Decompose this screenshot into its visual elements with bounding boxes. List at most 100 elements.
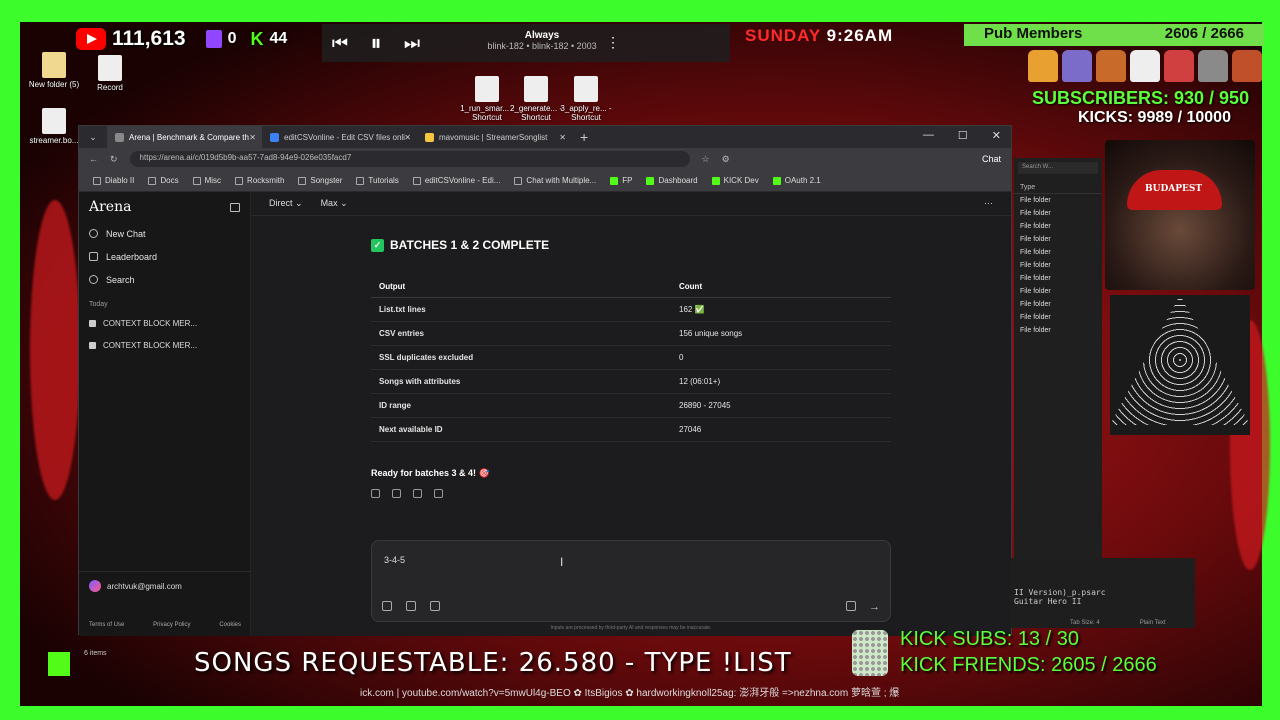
table-row: CSV entries 156 unique songs	[371, 321, 891, 346]
mode-selector[interactable]: Direct ⌄	[269, 198, 303, 209]
back-icon[interactable]: ←	[89, 154, 98, 164]
tab-editcsv[interactable]: editCSVonline - Edit CSV files onli ✕	[262, 126, 417, 148]
list-item[interactable]: File folder	[1014, 194, 1102, 207]
song-title: Always	[524, 30, 560, 41]
message-heading: ✓ BATCHES 1 & 2 COMPLETE	[371, 238, 891, 252]
close-tab-icon[interactable]: ✕	[404, 133, 411, 142]
heading-text: BATCHES 1 & 2 COMPLETE	[390, 238, 550, 252]
attach-icon[interactable]	[846, 601, 856, 611]
bookmark-tutorials[interactable]: Tutorials	[356, 176, 399, 185]
items-count: 6 items	[84, 650, 107, 657]
bookmark-kick-dev[interactable]: KICK Dev	[711, 176, 759, 185]
tab-streamersonglist[interactable]: mavomusic | StreamerSonglist ✕	[417, 126, 572, 148]
bookmark-fp[interactable]: FP	[610, 176, 632, 185]
arena-logo[interactable]: Arena	[89, 199, 131, 215]
cap-text: BUDAPEST	[1145, 184, 1203, 194]
list-item[interactable]: File folder	[1014, 220, 1102, 233]
list-item[interactable]: File folder	[1014, 233, 1102, 246]
web-search-icon[interactable]	[382, 601, 392, 611]
chat-button[interactable]: Chat	[982, 154, 1001, 164]
more-options-icon[interactable]: ⋯	[984, 198, 993, 209]
bookmark-dashboard[interactable]: Dashboard	[646, 176, 698, 185]
text-editor[interactable]: II Version)_p.psarc Guitar Hero II Tab S…	[1010, 558, 1195, 628]
send-icon[interactable]: →	[869, 601, 880, 613]
reload-icon[interactable]: ↻	[110, 154, 118, 165]
sidebar-item-new-chat[interactable]: New Chat	[79, 222, 250, 245]
bookmark-oauth[interactable]: OAuth 2.1	[772, 176, 821, 185]
close-tab-icon[interactable]: ✕	[249, 133, 256, 142]
bookmark-songster[interactable]: Songster	[298, 176, 342, 185]
bookmark-editcsv[interactable]: editCSVonline - Edi...	[412, 176, 500, 185]
chat-topbar: Direct ⌄ Max ⌄ ⋯	[251, 192, 1011, 216]
bookmark-misc[interactable]: Misc	[192, 176, 221, 185]
terms-link[interactable]: Terms of Use	[89, 622, 124, 628]
list-item[interactable]: File folder	[1014, 298, 1102, 311]
image-icon[interactable]	[406, 601, 416, 611]
tab-size[interactable]: Tab Size: 4	[1070, 620, 1100, 626]
minimize-icon[interactable]: —	[923, 129, 934, 142]
chat-history-item[interactable]: CONTEXT BLOCK MER...	[79, 312, 250, 334]
bookmark-diablo[interactable]: Diablo II	[93, 176, 134, 185]
tab-label: Arena | Benchmark & Compare th	[129, 132, 249, 142]
more-options-icon[interactable]: ⋮	[606, 34, 620, 51]
close-window-icon[interactable]: ✕	[992, 129, 1001, 142]
list-item[interactable]: File folder	[1014, 259, 1102, 272]
next-track-icon[interactable]: ⏭	[394, 33, 430, 54]
list-item[interactable]: File folder	[1014, 207, 1102, 220]
bookmark-docs[interactable]: Docs	[148, 176, 179, 185]
leaderboard-icon	[89, 252, 98, 261]
type-column-header[interactable]: Type	[1014, 178, 1102, 194]
copy-icon[interactable]	[434, 489, 443, 498]
thumbs-up-icon[interactable]	[371, 489, 380, 498]
model-selector[interactable]: Max ⌄	[321, 198, 348, 209]
privacy-link[interactable]: Privacy Policy	[153, 622, 190, 628]
sidebar-item-search[interactable]: Search	[79, 268, 250, 291]
explorer-search-input[interactable]: Search W...	[1018, 162, 1098, 174]
tab-arena[interactable]: Arena | Benchmark & Compare th ✕	[107, 126, 262, 148]
desktop-icon-new-folder[interactable]: New folder (5)	[24, 52, 84, 89]
regenerate-icon[interactable]	[413, 489, 422, 498]
desktop-icon-streamer[interactable]: streamer.bo...	[24, 108, 84, 145]
message-composer[interactable]: 3-4-5 →	[371, 540, 891, 622]
extensions-icon[interactable]: ⚙	[722, 154, 730, 165]
thumbs-down-icon[interactable]	[392, 489, 401, 498]
desktop-icon-apply[interactable]: 3_apply_re... - Shortcut	[556, 76, 616, 122]
list-item[interactable]: File folder	[1014, 324, 1102, 337]
bookmark-chat-multiple[interactable]: Chat with Multiple...	[514, 176, 596, 185]
table-cell: 26890 - 27045	[671, 393, 891, 418]
chat-history-item[interactable]: CONTEXT BLOCK MER...	[79, 334, 250, 356]
user-account[interactable]: archtvuk@gmail.com	[79, 571, 251, 600]
previous-track-icon[interactable]: ⏮	[322, 33, 358, 54]
table-header-row: Output Count	[371, 276, 891, 298]
table-cell: CSV entries	[371, 321, 671, 346]
bookmark-label: Diablo II	[105, 176, 135, 185]
sidebar-toggle-icon[interactable]	[230, 202, 240, 212]
sidebar-item-leaderboard[interactable]: Leaderboard	[79, 245, 250, 268]
new-tab-icon[interactable]: +	[580, 129, 588, 145]
tab-list-icon[interactable]: ⌄	[79, 132, 107, 143]
red-streak	[30, 200, 80, 500]
green-frame-left	[0, 0, 20, 720]
table-row: SSL duplicates excluded 0	[371, 345, 891, 370]
language-mode[interactable]: Plain Text	[1140, 620, 1166, 626]
shortcut-icon	[475, 76, 499, 102]
table-cell: SSL duplicates excluded	[371, 345, 671, 370]
list-item[interactable]: File folder	[1014, 311, 1102, 324]
star-icon[interactable]: ☆	[702, 154, 710, 165]
list-item[interactable]: File folder	[1014, 285, 1102, 298]
day-label: SUNDAY	[745, 26, 821, 45]
maximize-icon[interactable]: ☐	[958, 129, 968, 142]
code-icon[interactable]	[430, 601, 440, 611]
message-input[interactable]: 3-4-5	[384, 555, 405, 565]
pause-icon[interactable]: ⏸	[358, 30, 394, 56]
close-tab-icon[interactable]: ✕	[559, 133, 566, 142]
bookmark-rocksmith[interactable]: Rocksmith	[235, 176, 284, 185]
check-icon: ✓	[371, 238, 384, 252]
desktop-icon-record[interactable]: Record	[80, 55, 140, 92]
cookies-link[interactable]: Cookies	[219, 622, 241, 628]
url-field[interactable]: https://arena.ai/c/019d5b9b-aa57-7ad8-94…	[129, 151, 690, 167]
list-item[interactable]: File folder	[1014, 246, 1102, 259]
list-item[interactable]: File folder	[1014, 272, 1102, 285]
shortcut-icon	[524, 76, 548, 102]
bookmark-label: OAuth 2.1	[784, 176, 821, 185]
